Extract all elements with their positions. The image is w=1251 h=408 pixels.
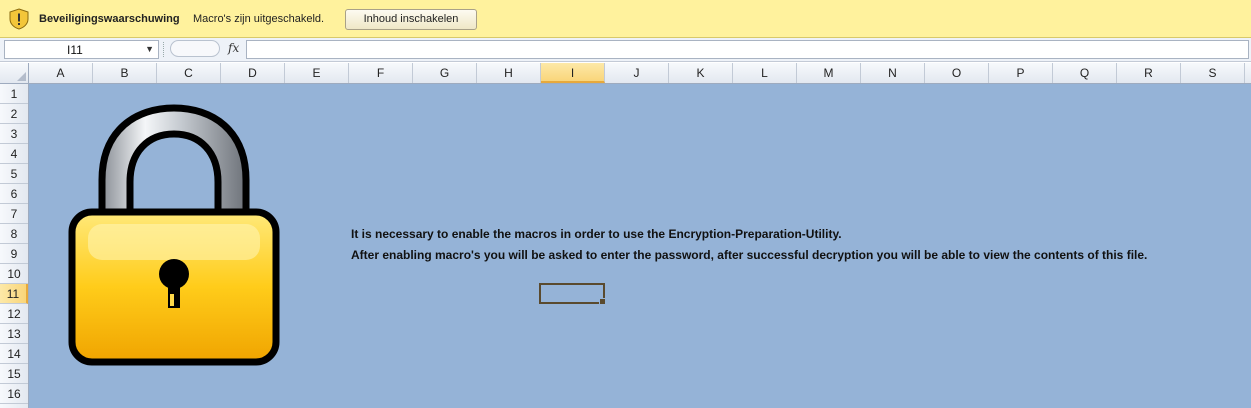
row-header-7[interactable]: 7 [0, 204, 28, 224]
formula-bar: I11 ▼ fx [0, 38, 1251, 62]
column-header-n[interactable]: N [861, 63, 925, 83]
select-all-button[interactable] [0, 63, 29, 83]
security-warning-message: Macro's zijn uitgeschakeld. [193, 13, 325, 25]
column-header-d[interactable]: D [221, 63, 285, 83]
row-header-6[interactable]: 6 [0, 184, 28, 204]
insert-function-icon[interactable]: fx [228, 41, 239, 55]
name-box-value: I11 [67, 43, 83, 57]
column-header-j[interactable]: J [605, 63, 669, 83]
padlock-icon [68, 104, 280, 366]
row-header-8[interactable]: 8 [0, 224, 28, 244]
row-header-13[interactable]: 13 [0, 324, 28, 344]
column-header-c[interactable]: C [157, 63, 221, 83]
security-warning-title: Beveiligingswaarschuwing [39, 13, 180, 25]
column-header-h[interactable]: H [477, 63, 541, 83]
column-header-a[interactable]: A [29, 63, 93, 83]
shield-warning-icon [9, 8, 29, 30]
row-header-12[interactable]: 12 [0, 304, 28, 324]
column-header-p[interactable]: P [989, 63, 1053, 83]
column-header-k[interactable]: K [669, 63, 733, 83]
column-header-f[interactable]: F [349, 63, 413, 83]
macro-instruction-line-1: It is necessary to enable the macros in … [351, 227, 842, 241]
column-header-r[interactable]: R [1117, 63, 1181, 83]
column-header-l[interactable]: L [733, 63, 797, 83]
formula-input[interactable] [246, 40, 1249, 59]
column-header-e[interactable]: E [285, 63, 349, 83]
row-header-4[interactable]: 4 [0, 144, 28, 164]
column-header-g[interactable]: G [413, 63, 477, 83]
formula-bar-grip[interactable] [163, 42, 170, 57]
column-header-m[interactable]: M [797, 63, 861, 83]
formula-bar-buttons[interactable] [170, 40, 220, 57]
row-header-10[interactable]: 10 [0, 264, 28, 284]
row-header-14[interactable]: 14 [0, 344, 28, 364]
fill-handle[interactable] [599, 298, 606, 305]
column-header-i[interactable]: I [541, 63, 605, 83]
column-header-s[interactable]: S [1181, 63, 1245, 83]
enable-content-button[interactable]: Inhoud inschakelen [345, 9, 477, 30]
chevron-down-icon[interactable]: ▼ [145, 44, 154, 54]
row-header-bar: 1 2 3 4 5 6 7 8 9 10 11 12 13 14 15 16 [0, 84, 29, 408]
select-all-icon [17, 72, 26, 81]
row-header-11[interactable]: 11 [0, 284, 28, 304]
row-header-2[interactable]: 2 [0, 104, 28, 124]
name-box[interactable]: I11 ▼ [4, 40, 159, 59]
row-header-15[interactable]: 15 [0, 364, 28, 384]
row-header-1[interactable]: 1 [0, 84, 28, 104]
column-header-o[interactable]: O [925, 63, 989, 83]
row-header-16[interactable]: 16 [0, 384, 28, 404]
column-header-b[interactable]: B [93, 63, 157, 83]
column-header-q[interactable]: Q [1053, 63, 1117, 83]
active-cell-I11[interactable] [539, 283, 606, 305]
row-header-3[interactable]: 3 [0, 124, 28, 144]
security-warning-bar: Beveiligingswaarschuwing Macro's zijn ui… [0, 0, 1251, 38]
row-header-5[interactable]: 5 [0, 164, 28, 184]
worksheet-grid[interactable]: It is necessary to enable the macros in … [29, 84, 1251, 408]
column-header-bar: ABCDEFGHIJKLMNOPQRS [0, 63, 1251, 84]
macro-instruction-line-2: After enabling macro's you will be asked… [351, 248, 1148, 262]
row-header-9[interactable]: 9 [0, 244, 28, 264]
